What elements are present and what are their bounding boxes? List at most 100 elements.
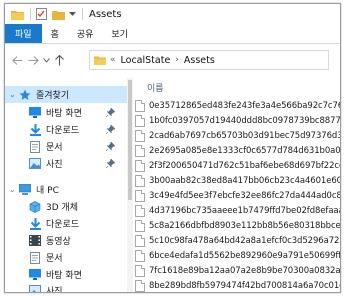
file-name: 1b0fc0397057d19440ddd8bc0978739bc8877189 <box>149 115 341 126</box>
pin-icon[interactable] <box>105 124 115 134</box>
nav-label: 바탕 화면 <box>46 109 82 119</box>
back-arrow-icon[interactable] <box>9 50 25 70</box>
file-row[interactable]: 2cad6ab7697cb65703b03d91bec75d97376d32 <box>135 128 341 143</box>
file-row[interactable]: 2e2695a085e8e1333cf0c6577d784d631b0a0a4 <box>135 143 341 158</box>
recent-locations-icon[interactable] <box>41 50 51 70</box>
scrollbar-thumb[interactable] <box>128 80 132 200</box>
3d-objects-icon <box>29 200 41 213</box>
breadcrumb-assets[interactable]: Assets <box>184 55 215 66</box>
file-row[interactable]: 0e35712865ed483fe243fe3a4e566ba92c7c769f <box>135 98 341 113</box>
nav-item-desktop-pinned[interactable]: 바탕 화면 <box>5 104 127 121</box>
nav-item-this-pc[interactable]: ⌄ 내 PC <box>5 181 127 198</box>
nav-item-documents[interactable]: 문서 <box>5 249 127 266</box>
file-name: 6bce4edafa1d5562be892960e9a791e50699ffe5 <box>149 250 341 261</box>
expand-chevron-icon[interactable]: ⌄ <box>9 185 16 194</box>
breadcrumb-localstate[interactable]: LocalState <box>121 55 171 66</box>
forward-arrow-icon[interactable] <box>25 50 41 70</box>
nav-item-pictures-pinned[interactable]: 사진 <box>5 155 127 172</box>
file-row[interactable]: 6bce4edafa1d5562be892960e9a791e50699ffe5 <box>135 248 341 263</box>
file-name: 4d37196bc735aaeee1b7479ffd7be02fd8efaaa4… <box>149 205 341 216</box>
file-name: 2f3f200650471d762c51baf6ebe68d697bf22ceb <box>149 160 341 171</box>
up-arrow-icon[interactable] <box>51 50 67 70</box>
file-icon <box>135 159 145 172</box>
file-name: 3b00aab82c38ed8a417bb06cb23c4a4601e6032 <box>149 175 341 186</box>
file-icon <box>135 129 145 142</box>
sort-caret-icon: ^ <box>195 78 201 80</box>
file-icon <box>135 174 145 187</box>
tab-view[interactable]: 보기 <box>102 24 137 43</box>
nav-item-videos[interactable]: 동영상 <box>5 232 127 249</box>
nav-label: 다운로드 <box>46 126 80 136</box>
new-folder-icon[interactable] <box>51 7 65 21</box>
nav-label: 동영상 <box>46 237 71 247</box>
nav-item-3d-objects[interactable]: 3D 개체 <box>5 198 127 215</box>
pin-icon[interactable] <box>105 141 115 151</box>
nav-item-downloads-pinned[interactable]: 다운로드 <box>5 121 127 138</box>
nav-item-quick-access[interactable]: ⌄ 즐겨찾기 <box>5 86 127 103</box>
navigation-pane: ⌄ 즐겨찾기 바탕 화면 다운로드 문서 사진 ⌄ 내 PC 3D 개체 다운로… <box>5 78 127 293</box>
video-icon <box>29 235 41 247</box>
nav-item-desktop[interactable]: 바탕 화면 <box>5 266 127 283</box>
properties-icon[interactable] <box>34 7 48 21</box>
file-icon <box>135 234 145 247</box>
file-row[interactable]: 7fc1618e89ba12aa07a2e8b9be70300a0832a85 <box>135 263 340 278</box>
address-row: « LocalState › Assets <box>5 45 340 75</box>
nav-label: 내 PC <box>36 186 59 196</box>
nav-item-downloads[interactable]: 다운로드 <box>5 215 127 232</box>
file-name: 8be289bd8fb5979474f42bd700814a6a70c01d <box>149 280 341 291</box>
file-icon <box>135 114 145 127</box>
dropdown-arrow-icon[interactable] <box>68 7 76 21</box>
file-icon <box>135 264 145 277</box>
nav-label: 3D 개체 <box>46 203 79 213</box>
desktop-icon <box>29 107 41 119</box>
title-bar: Assets <box>5 4 340 24</box>
column-header-name[interactable]: 이름 <box>147 81 164 94</box>
document-icon <box>29 251 41 264</box>
explorer-window: Assets 파일 홈 공유 보기 « LocalState › Assets <box>4 3 341 293</box>
file-row[interactable]: 3b00aab82c38ed8a417bb06cb23c4a4601e6032 <box>135 173 341 188</box>
nav-label: 사진 <box>46 160 63 170</box>
computer-icon <box>19 184 31 196</box>
title-separator <box>30 8 31 20</box>
file-name: 0e35712865ed483fe243fe3a4e566ba92c7c769f <box>149 100 341 111</box>
nav-label: 문서 <box>46 254 63 264</box>
file-row[interactable]: 2f3f200650471d762c51baf6ebe68d697bf22ceb <box>135 158 341 173</box>
file-row[interactable]: 4d37196bc735aaeee1b7479ffd7be02fd8efaaa4… <box>135 203 341 218</box>
file-row[interactable]: 1b0fc0397057d19440ddd8bc0978739bc8877189 <box>135 113 341 128</box>
nav-item-pictures[interactable]: 사진 <box>5 282 127 293</box>
breadcrumb-separator[interactable]: › <box>175 55 179 65</box>
file-icon <box>135 144 145 157</box>
nav-label: 즐겨찾기 <box>36 91 70 101</box>
nav-label: 다운로드 <box>46 220 80 230</box>
file-icon <box>135 219 145 232</box>
tab-share[interactable]: 공유 <box>68 24 103 43</box>
file-icon <box>135 279 145 292</box>
file-icon <box>135 189 145 202</box>
file-row[interactable]: 5c8a2166dbfbd8903e112bb8b56e80318bbce95 <box>135 218 341 233</box>
file-row[interactable]: 3c49e4fd5ee3f7ebcfe32ee86fc27da444ad0c8b… <box>135 188 340 203</box>
window-title: Assets <box>89 8 122 20</box>
pictures-icon <box>29 158 41 170</box>
address-bar[interactable]: « LocalState › Assets <box>89 50 329 70</box>
file-name: 5c8a2166dbfbd8903e112bb8b56e80318bbce95 <box>149 220 341 231</box>
navigation-scrollbar[interactable] <box>127 78 133 292</box>
folder-icon <box>10 7 24 21</box>
file-list: ^ 이름 0e35712865ed483fe243fe3a4e566ba92c7… <box>135 78 341 292</box>
pin-icon[interactable] <box>105 107 115 117</box>
file-icon <box>135 99 145 112</box>
title-separator-2 <box>82 8 83 20</box>
pin-icon[interactable] <box>105 158 115 168</box>
nav-item-documents-pinned[interactable]: 문서 <box>5 138 127 155</box>
expand-chevron-icon[interactable]: ⌄ <box>9 90 16 99</box>
tab-home[interactable]: 홈 <box>42 24 68 43</box>
file-icon <box>135 249 145 262</box>
file-row[interactable]: 5c10c98fa478a64bd42a8a1efcf0c3d5296a7274 <box>135 233 340 248</box>
address-folder-icon <box>94 54 106 66</box>
address-overflow[interactable]: « <box>110 55 116 65</box>
file-row[interactable]: 8be289bd8fb5979474f42bd700814a6a70c01d <box>135 278 341 292</box>
tab-file[interactable]: 파일 <box>5 24 42 43</box>
nav-label: 바탕 화면 <box>46 271 82 281</box>
file-name: 2cad6ab7697cb65703b03d91bec75d97376d32 <box>149 130 341 141</box>
file-name: 2e2695a085e8e1333cf0c6577d784d631b0a0a4 <box>149 145 341 156</box>
nav-label: 사진 <box>46 287 63 293</box>
